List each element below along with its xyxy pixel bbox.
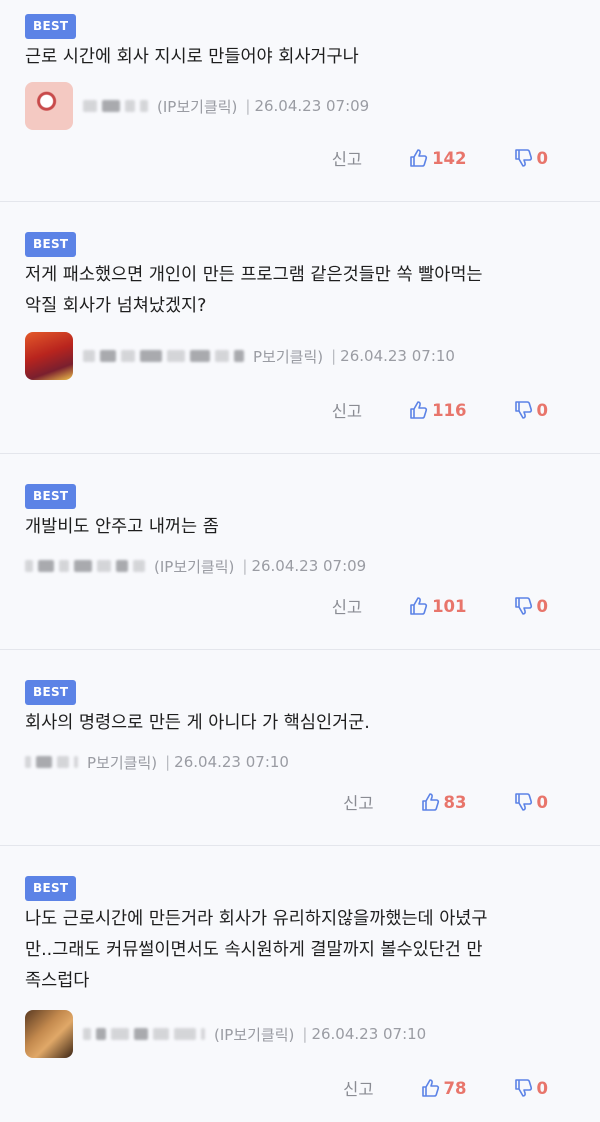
like-button[interactable]: 116 [408, 400, 467, 420]
ip-view-link[interactable]: (IP보기클릭) [157, 96, 237, 117]
dislike-count: 0 [536, 400, 548, 420]
best-badge: BEST [25, 14, 77, 39]
comment-meta: (IP보기클릭) | 26.04.23 07:09 [25, 542, 366, 590]
meta-separator: | [245, 97, 251, 115]
meta-separator: | [242, 557, 248, 575]
report-button[interactable]: 신고 [343, 790, 373, 814]
comment-text: 나도 근로시간에 만든거라 회사가 유리하지않을까했는데 아녔구 만..그래도 … [25, 909, 488, 991]
like-button[interactable]: 101 [408, 596, 467, 616]
comment-list: BEST 근로 시간에 회사 지시로 만들어야 회사거구나 (IP보기클릭) |… [0, 0, 600, 1122]
report-button[interactable]: 신고 [343, 1076, 373, 1100]
thumbs-up-icon [421, 793, 439, 811]
like-count: 78 [443, 1078, 467, 1098]
ip-view-link[interactable]: (IP보기클릭) [214, 1024, 294, 1045]
like-count: 83 [443, 792, 467, 812]
report-button[interactable]: 신고 [332, 146, 362, 170]
dislike-count: 0 [536, 148, 548, 168]
comment-actions: 신고 142 0 [332, 146, 548, 170]
blurred-nickname [83, 1028, 210, 1040]
thumbs-up-icon [410, 401, 428, 419]
comment-text: 저게 패소했으면 개인이 만든 프로그램 같은것들만 쏙 빨아먹는 악질 회사가… [25, 265, 483, 316]
thumbs-up-icon [410, 149, 428, 167]
comment-actions: 신고 116 0 [332, 398, 548, 422]
comment-meta: P보기클릭) | 26.04.23 07:10 [25, 332, 455, 380]
meta-separator: | [302, 1025, 308, 1043]
comment-date: 26.04.23 07:10 [311, 1025, 427, 1043]
comment-actions: 신고 83 0 [343, 790, 548, 814]
comment-date: 26.04.23 07:09 [251, 557, 367, 575]
comment-text: 개발비도 안주고 내꺼는 좀 [25, 517, 219, 537]
thumbs-down-icon [514, 401, 532, 419]
comment-date: 26.04.23 07:10 [340, 347, 455, 365]
comment-item: BEST 근로 시간에 회사 지시로 만들어야 회사거구나 (IP보기클릭) |… [0, 0, 600, 202]
blurred-nickname [25, 560, 150, 572]
ip-view-link[interactable]: P보기클릭) [87, 752, 157, 773]
ip-view-link[interactable]: P보기클릭) [253, 346, 323, 367]
comment-item: BEST 저게 패소했으면 개인이 만든 프로그램 같은것들만 쏙 빨아먹는 악… [0, 202, 600, 454]
comment-item: BEST 나도 근로시간에 만든거라 회사가 유리하지않을까했는데 아녔구 만.… [0, 846, 600, 1122]
like-button[interactable]: 78 [420, 1078, 467, 1098]
comment-text: 회사의 명령으로 만든 게 아니다 가 핵심인거군. [25, 713, 370, 733]
blurred-nickname [83, 350, 249, 362]
comment-meta: P보기클릭) | 26.04.23 07:10 [25, 738, 289, 786]
thumbs-down-icon [514, 793, 532, 811]
blurred-nickname [25, 756, 83, 768]
comment-item: BEST 개발비도 안주고 내꺼는 좀 (IP보기클릭) | 26.04.23 … [0, 454, 600, 650]
dislike-button[interactable]: 0 [513, 1078, 548, 1098]
report-button[interactable]: 신고 [332, 594, 362, 618]
meta-separator: | [165, 753, 171, 771]
thumbs-down-icon [514, 1079, 532, 1097]
like-count: 101 [432, 596, 467, 616]
dislike-button[interactable]: 0 [513, 400, 548, 420]
comment-item: BEST 회사의 명령으로 만든 게 아니다 가 핵심인거군. P보기클릭) |… [0, 650, 600, 846]
comment-text: 근로 시간에 회사 지시로 만들어야 회사거구나 [25, 47, 359, 67]
dislike-count: 0 [536, 792, 548, 812]
like-button[interactable]: 83 [420, 792, 467, 812]
comment-actions: 신고 101 0 [332, 594, 548, 618]
avatar[interactable] [25, 1010, 73, 1058]
dislike-button[interactable]: 0 [513, 596, 548, 616]
best-badge: BEST [25, 876, 77, 901]
dislike-button[interactable]: 0 [513, 792, 548, 812]
best-badge: BEST [25, 484, 77, 509]
avatar[interactable] [25, 82, 73, 130]
ip-view-link[interactable]: (IP보기클릭) [154, 556, 234, 577]
thumbs-up-icon [421, 1079, 439, 1097]
avatar[interactable] [25, 332, 73, 380]
comment-date: 26.04.23 07:09 [254, 97, 370, 115]
best-badge: BEST [25, 680, 77, 705]
dislike-button[interactable]: 0 [513, 148, 548, 168]
thumbs-down-icon [514, 597, 532, 615]
dislike-count: 0 [536, 596, 548, 616]
report-button[interactable]: 신고 [332, 398, 362, 422]
comment-meta: (IP보기클릭) | 26.04.23 07:09 [25, 82, 369, 130]
thumbs-up-icon [410, 597, 428, 615]
like-count: 116 [432, 400, 467, 420]
comment-meta: (IP보기클릭) | 26.04.23 07:10 [25, 1010, 426, 1058]
comment-date: 26.04.23 07:10 [174, 753, 289, 771]
meta-separator: | [331, 347, 337, 365]
like-count: 142 [432, 148, 467, 168]
best-badge: BEST [25, 232, 77, 257]
dislike-count: 0 [536, 1078, 548, 1098]
blurred-nickname [83, 100, 153, 112]
like-button[interactable]: 142 [408, 148, 467, 168]
thumbs-down-icon [514, 149, 532, 167]
comment-actions: 신고 78 0 [343, 1076, 548, 1100]
